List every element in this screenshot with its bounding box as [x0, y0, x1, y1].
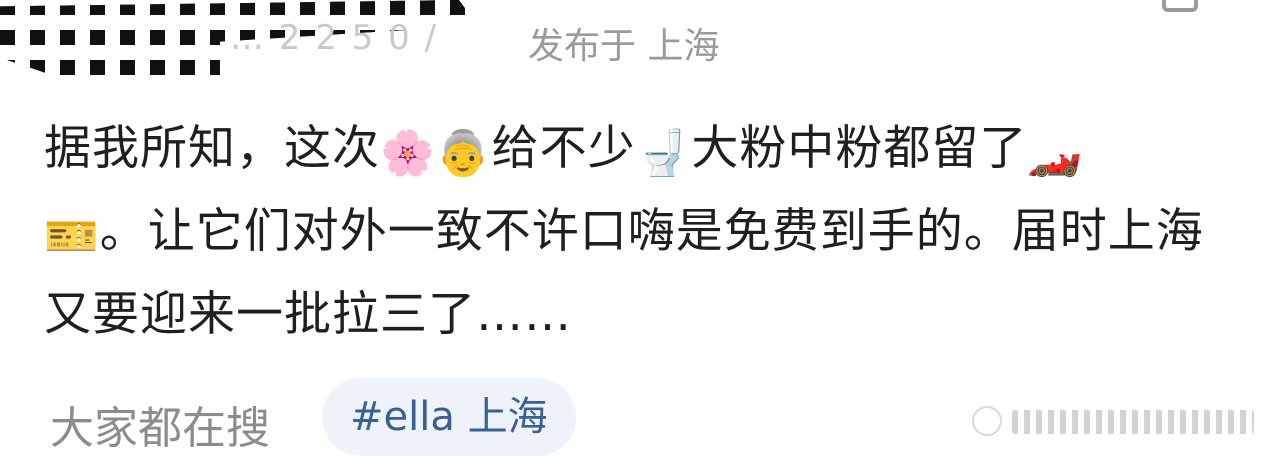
post-text-segment-4: 。让它们对外一致不许口嗨是免费到手的。届时上海又要迎来一批拉三了…… — [44, 204, 1204, 342]
watermark-circle-icon — [972, 406, 1002, 436]
toilet-icon: 🚽 — [635, 128, 692, 179]
ticket-icon: 🎫 — [44, 211, 100, 262]
post-text-segment-1: 据我所知，这次 — [44, 121, 380, 176]
post-text-segment-3: 大粉中粉都留了 — [691, 121, 1028, 176]
related-search-row: 大家都在搜 #ella 上海 — [0, 370, 1264, 456]
post-meta-row: … 2 2 5 0 / 发布于 上海 — [0, 0, 1264, 80]
post-text: 据我所知，这次🌸👵给不少🚽大粉中粉都留了🏎️ 🎫。让它们对外一致不许口嗨是免费到手… — [44, 110, 1234, 354]
cherry-blossom-icon: 🌸 — [380, 128, 436, 179]
racing-car-icon: 🏎️ — [1027, 128, 1084, 179]
post-timestamp: … 2 2 5 0 / — [230, 18, 439, 58]
trending-search-label: 大家都在搜 — [50, 403, 270, 454]
hashtag-chip[interactable]: #ella 上海 — [322, 378, 576, 456]
post-text-segment-2: 给不少 — [491, 121, 636, 176]
post-location: 发布于 上海 — [528, 26, 720, 67]
older-woman-icon: 👵 — [435, 128, 492, 179]
more-options-icon[interactable] — [1162, 0, 1198, 12]
watermark-barcode — [1012, 410, 1254, 434]
watermark-logo-icon — [972, 406, 1254, 436]
